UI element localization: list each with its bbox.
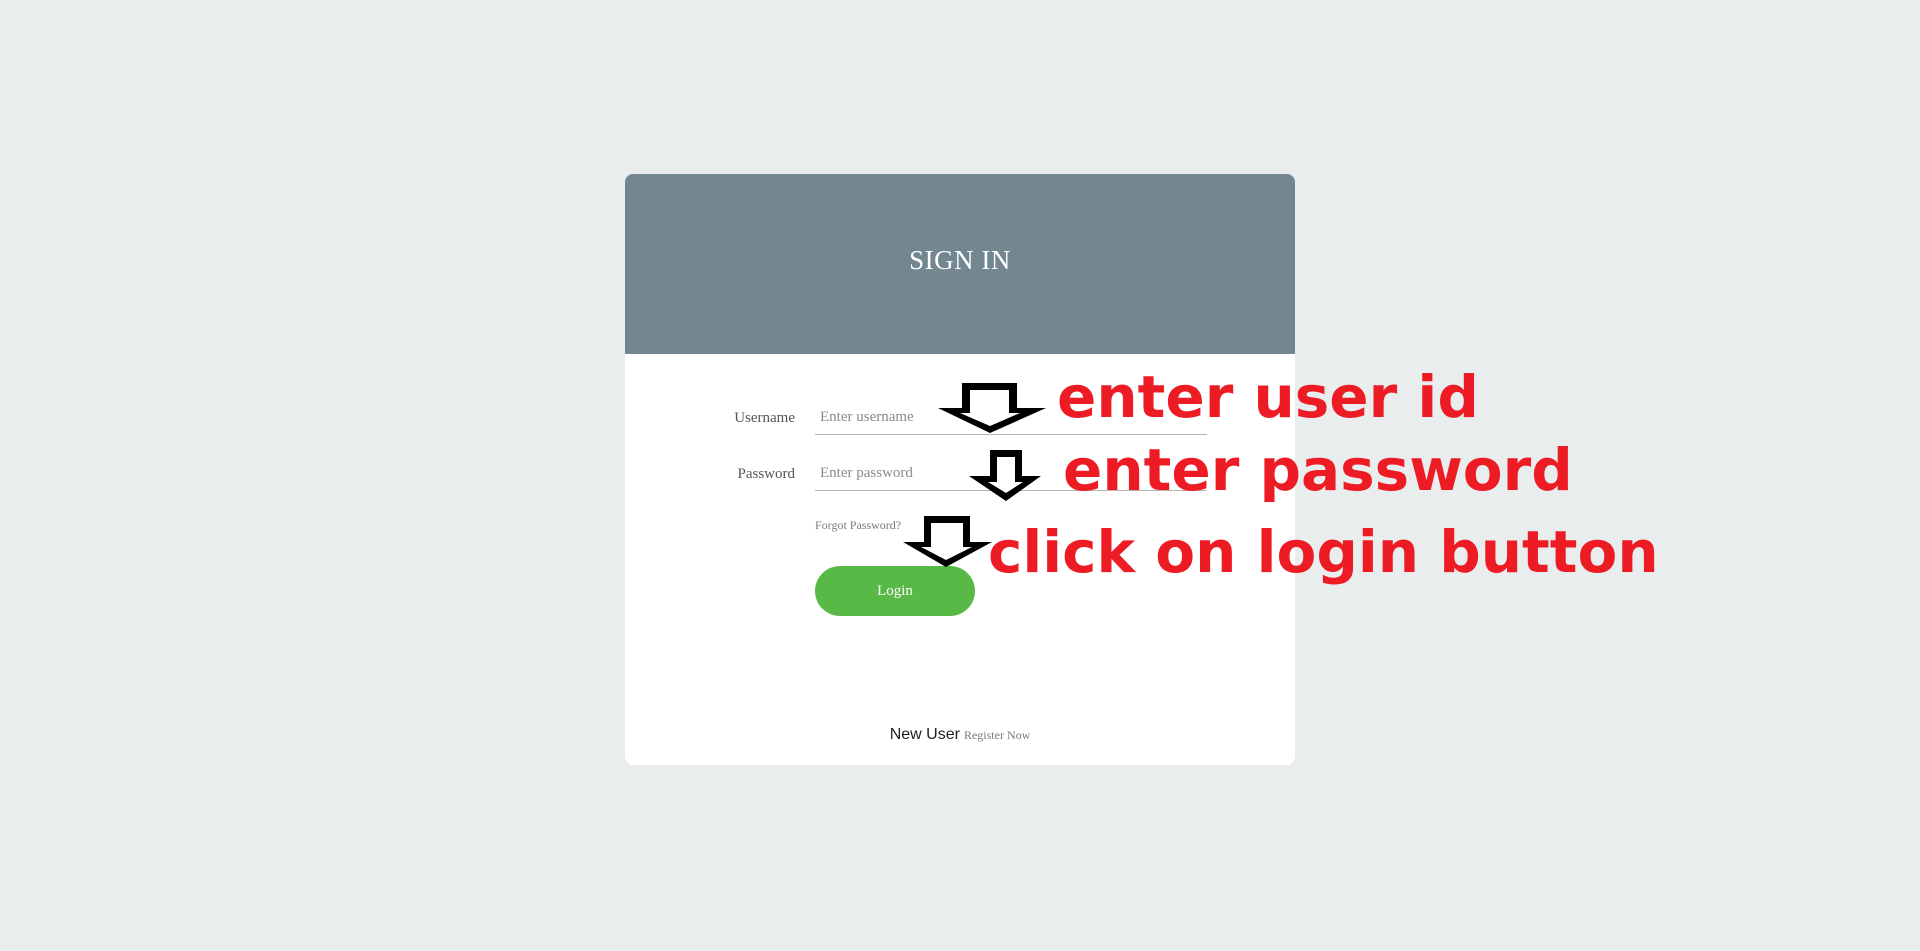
page-title: SIGN IN — [909, 245, 1011, 275]
username-annotation: enter user id — [1057, 363, 1479, 431]
down-arrow-icon — [938, 383, 1046, 433]
password-annotation: enter password — [1063, 436, 1573, 504]
register-line: New User Register Now — [625, 726, 1295, 744]
login-button[interactable]: Login — [815, 566, 975, 616]
down-arrow-icon — [969, 450, 1041, 501]
new-user-text: New User — [889, 726, 960, 743]
username-label: Username — [734, 410, 795, 426]
password-label: Password — [737, 466, 795, 482]
down-arrow-icon — [903, 516, 992, 567]
card-header: SIGN IN — [625, 174, 1295, 354]
login-annotation: click on login button — [988, 518, 1659, 586]
register-now-link[interactable]: Register Now — [964, 728, 1030, 742]
forgot-password-link[interactable]: Forgot Password? — [815, 518, 901, 533]
page: SIGN IN Username Password Forgot Passwor… — [0, 0, 1920, 951]
